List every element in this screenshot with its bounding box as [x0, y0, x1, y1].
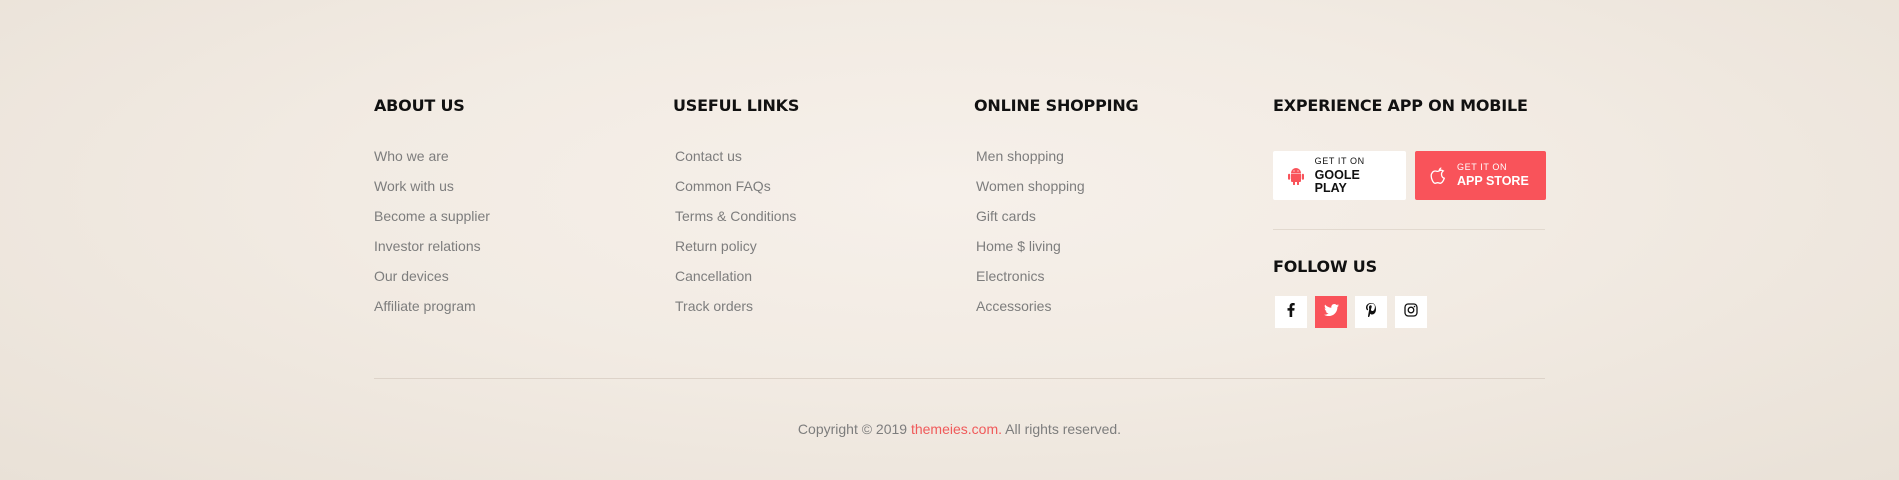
app-store-small-label: GET IT ON	[1457, 162, 1508, 173]
list-item: Women shopping	[976, 178, 1085, 208]
list-item: Work with us	[374, 178, 490, 208]
google-play-small-label: GET IT ON	[1314, 156, 1365, 166]
google-play-button[interactable]: GET IT ON GOOLE PLAY	[1273, 151, 1406, 200]
list-item: Return policy	[675, 238, 796, 268]
copyright-site-link[interactable]: themeies.com.	[911, 421, 1002, 437]
list-item: Gift cards	[976, 208, 1085, 238]
useful-links-list: Contact us Common FAQs Terms & Condition…	[675, 148, 796, 328]
link-our-devices[interactable]: Our devices	[374, 268, 449, 284]
online-shopping-column: ONLINE SHOPPING Men shopping Women shopp…	[974, 96, 1139, 314]
link-contact-us[interactable]: Contact us	[675, 148, 742, 164]
link-common-faqs[interactable]: Common FAQs	[675, 178, 771, 194]
list-item: Home $ living	[976, 238, 1085, 268]
social-links	[1275, 296, 1427, 328]
link-investor-relations[interactable]: Investor relations	[374, 238, 481, 254]
online-shopping-heading: ONLINE SHOPPING	[974, 96, 1139, 115]
link-women-shopping[interactable]: Women shopping	[976, 178, 1085, 194]
instagram-button[interactable]	[1395, 296, 1427, 328]
list-item: Who we are	[374, 148, 490, 178]
google-play-label: GOOLE PLAY	[1314, 168, 1360, 195]
footer: ABOUT US Who we are Work with us Become …	[374, 0, 1546, 480]
list-item: Affiliate program	[374, 298, 490, 328]
mobile-app-heading: EXPERIENCE APP ON MOBILE	[1273, 96, 1528, 115]
list-item: Become a supplier	[374, 208, 490, 238]
app-store-label: APP STORE	[1457, 174, 1529, 189]
about-us-heading: ABOUT US	[374, 96, 465, 115]
store-buttons: GET IT ON GOOLE PLAY GET IT ON APP STORE	[1273, 151, 1546, 200]
link-gift-cards[interactable]: Gift cards	[976, 208, 1036, 224]
list-item: Cancellation	[675, 268, 796, 298]
online-shopping-links: Men shopping Women shopping Gift cards H…	[976, 148, 1085, 328]
link-home-living[interactable]: Home $ living	[976, 238, 1061, 254]
link-accessories[interactable]: Accessories	[976, 298, 1051, 314]
footer-divider	[374, 378, 1545, 379]
list-item: Contact us	[675, 148, 796, 178]
link-who-we-are[interactable]: Who we are	[374, 148, 449, 164]
link-terms-conditions[interactable]: Terms & Conditions	[675, 208, 796, 224]
link-men-shopping[interactable]: Men shopping	[976, 148, 1064, 164]
android-icon	[1287, 166, 1305, 186]
link-electronics[interactable]: Electronics	[976, 268, 1044, 284]
list-item: Electronics	[976, 268, 1085, 298]
list-item: Terms & Conditions	[675, 208, 796, 238]
list-item: Track orders	[675, 298, 796, 328]
pinterest-icon	[1366, 302, 1376, 322]
list-item: Investor relations	[374, 238, 490, 268]
useful-links-column: USEFUL LINKS Contact us Common FAQs Term…	[673, 96, 800, 314]
app-store-button[interactable]: GET IT ON APP STORE	[1415, 151, 1546, 200]
list-item: Our devices	[374, 268, 490, 298]
link-affiliate-program[interactable]: Affiliate program	[374, 298, 476, 314]
instagram-icon	[1404, 302, 1418, 322]
list-item: Men shopping	[976, 148, 1085, 178]
link-work-with-us[interactable]: Work with us	[374, 178, 454, 194]
copyright: Copyright © 2019 themeies.com. All right…	[374, 421, 1545, 437]
link-return-policy[interactable]: Return policy	[675, 238, 757, 254]
link-become-supplier[interactable]: Become a supplier	[374, 208, 490, 224]
link-cancellation[interactable]: Cancellation	[675, 268, 752, 284]
useful-links-heading: USEFUL LINKS	[673, 96, 800, 115]
copyright-suffix: All rights reserved.	[1002, 421, 1122, 437]
link-track-orders[interactable]: Track orders	[675, 298, 753, 314]
twitter-icon	[1323, 303, 1339, 321]
divider	[1273, 229, 1545, 230]
about-us-column: ABOUT US Who we are Work with us Become …	[374, 96, 490, 314]
twitter-button[interactable]	[1315, 296, 1347, 328]
facebook-button[interactable]	[1275, 296, 1307, 328]
mobile-app-column: EXPERIENCE APP ON MOBILE GET IT ON GOOLE	[1273, 96, 1546, 328]
list-item: Accessories	[976, 298, 1085, 328]
follow-us-heading: FOLLOW US	[1273, 257, 1377, 276]
about-us-links: Who we are Work with us Become a supplie…	[374, 148, 490, 328]
pinterest-button[interactable]	[1355, 296, 1387, 328]
facebook-icon	[1287, 302, 1295, 322]
list-item: Common FAQs	[675, 178, 796, 208]
copyright-prefix: Copyright © 2019	[797, 421, 911, 437]
apple-icon	[1429, 166, 1447, 186]
